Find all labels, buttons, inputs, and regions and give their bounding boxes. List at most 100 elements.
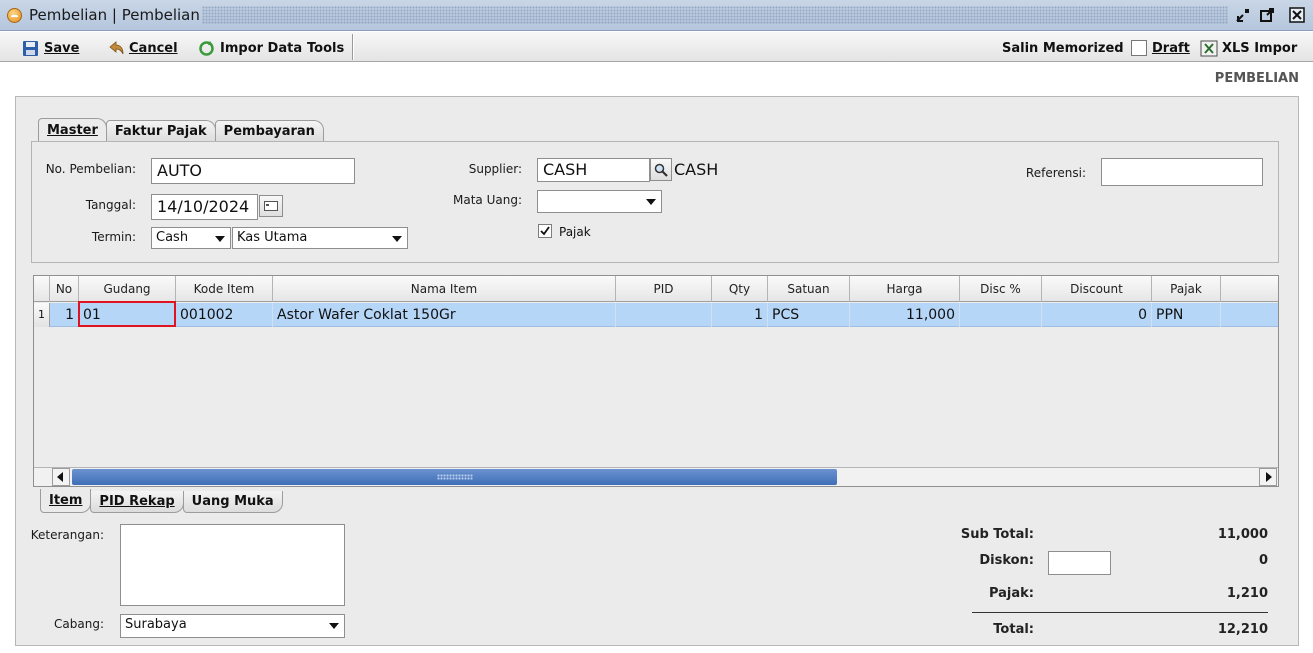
col-pajak[interactable]: Pajak: [1152, 276, 1221, 302]
title-bar-grip[interactable]: [202, 6, 1228, 24]
total-value: 12,210: [1217, 622, 1268, 637]
import-data-label: Impor Data: [220, 40, 303, 56]
pajak-label: Pajak: [559, 225, 591, 239]
cell-disc-pct[interactable]: [960, 303, 1042, 327]
grid-header: No Gudang Kode Item Nama Item PID Qty Sa…: [34, 276, 1278, 302]
cabang-value: Surabaya: [125, 617, 187, 632]
sub-total-value: 11,000: [1217, 527, 1268, 542]
section-label: PEMBELIAN: [1214, 71, 1299, 86]
kas-value: Kas Utama: [237, 230, 308, 245]
tab-faktur-pajak[interactable]: Faktur Pajak: [105, 120, 216, 142]
tab-item[interactable]: Item: [40, 489, 92, 513]
scroll-right-icon[interactable]: [1259, 468, 1277, 486]
close-icon[interactable]: [1287, 5, 1307, 25]
xls-import-button[interactable]: XLS Impor: [1200, 38, 1297, 58]
tanggal-input[interactable]: 14/10/2024: [151, 194, 258, 220]
row-number: 1: [34, 303, 50, 327]
referensi-input[interactable]: [1101, 158, 1263, 186]
table-row[interactable]: 1 1 01 001002 Astor Wafer Coklat 150Gr 1…: [34, 303, 1278, 327]
col-qty[interactable]: Qty: [712, 276, 768, 302]
master-tabs: Master Faktur Pajak Pembayaran: [38, 118, 324, 142]
cell-kode-item[interactable]: 001002: [176, 303, 273, 327]
col-discount[interactable]: Discount: [1042, 276, 1152, 302]
refresh-icon: [198, 40, 215, 57]
cabang-select[interactable]: Surabaya: [120, 614, 345, 638]
detail-tabs: Item PID Rekap Uang Muka: [40, 489, 283, 513]
tools-menu[interactable]: Tools: [307, 38, 344, 58]
supplier-label: Supplier:: [468, 162, 522, 176]
cell-no[interactable]: 1: [50, 303, 79, 327]
salin-memorized-button[interactable]: Salin Memorized: [1002, 38, 1124, 58]
cell-nama-item[interactable]: Astor Wafer Coklat 150Gr: [273, 303, 616, 327]
search-icon[interactable]: [650, 158, 672, 181]
import-data-button[interactable]: Impor Data: [198, 38, 302, 58]
chevron-down-icon: [392, 236, 402, 242]
col-harga[interactable]: Harga: [850, 276, 960, 302]
grip-dots: [436, 474, 473, 480]
toolbar-separator: [352, 34, 354, 60]
save-button[interactable]: Save: [22, 38, 79, 58]
horizontal-scrollbar[interactable]: [34, 467, 1278, 486]
scroll-left-icon[interactable]: [52, 468, 70, 486]
cell-pid[interactable]: [616, 303, 712, 327]
chevron-down-icon: [215, 236, 225, 242]
kas-select[interactable]: Kas Utama: [232, 227, 408, 249]
excel-icon: [1200, 40, 1218, 57]
draft-toggle[interactable]: Draft: [1131, 38, 1190, 58]
floppy-disk-icon: [22, 40, 39, 57]
cell-harga[interactable]: 11,000: [850, 303, 960, 327]
col-kode-item[interactable]: Kode Item: [176, 276, 273, 302]
supplier-input[interactable]: CASH: [537, 158, 650, 182]
col-pid[interactable]: PID: [616, 276, 712, 302]
mata-uang-select[interactable]: [537, 190, 662, 213]
chevron-down-icon: [329, 623, 339, 629]
col-satuan[interactable]: Satuan: [768, 276, 850, 302]
xls-import-label: XLS Impor: [1222, 40, 1298, 56]
diskon-input[interactable]: [1048, 551, 1111, 575]
chevron-down-icon: [646, 199, 656, 205]
cell-gudang[interactable]: 01: [79, 303, 176, 327]
total-divider: [972, 612, 1268, 613]
tab-pembayaran[interactable]: Pembayaran: [214, 120, 324, 142]
cancel-label: Cancel: [129, 40, 178, 56]
no-pembelian-label: No. Pembelian:: [45, 162, 136, 176]
item-grid: No Gudang Kode Item Nama Item PID Qty Sa…: [33, 275, 1279, 487]
cell-satuan[interactable]: PCS: [768, 303, 850, 327]
total-label: Total:: [993, 622, 1034, 637]
minimize-icon[interactable]: [1233, 5, 1253, 25]
draft-label: Draft: [1152, 40, 1190, 56]
tab-uang-muka[interactable]: Uang Muka: [182, 491, 283, 513]
pajak-total-label: Pajak:: [988, 586, 1034, 601]
cancel-button[interactable]: Cancel: [107, 38, 178, 58]
window-title: Pembelian | Pembelian: [29, 6, 200, 24]
draft-checkbox[interactable]: [1131, 40, 1147, 56]
cabang-label: Cabang:: [54, 617, 104, 631]
app-icon: [7, 8, 22, 23]
salin-memorized-label: Salin Memorized: [1002, 40, 1124, 56]
maximize-icon[interactable]: [1257, 5, 1277, 25]
scroll-thumb[interactable]: [72, 469, 837, 485]
col-disc-pct[interactable]: Disc %: [960, 276, 1042, 302]
toolbar: Save Cancel Impor Data Tools Salin Memor…: [0, 32, 1313, 62]
sub-total-label: Sub Total:: [960, 527, 1034, 542]
diskon-value: 0: [1258, 553, 1268, 568]
termin-select[interactable]: Cash: [151, 227, 231, 249]
save-label: Save: [44, 40, 80, 56]
tanggal-label: Tanggal:: [85, 198, 136, 212]
tab-master[interactable]: Master: [38, 118, 107, 142]
pajak-checkbox[interactable]: [538, 224, 552, 238]
tab-pid-rekap[interactable]: PID Rekap: [90, 491, 184, 513]
cell-discount[interactable]: 0: [1042, 303, 1152, 327]
keterangan-textarea[interactable]: [120, 524, 345, 606]
col-no[interactable]: No: [50, 276, 79, 302]
col-nama-item[interactable]: Nama Item: [273, 276, 616, 302]
no-pembelian-input[interactable]: AUTO: [151, 158, 355, 184]
cell-qty[interactable]: 1: [712, 303, 768, 327]
pajak-total-value: 1,210: [1226, 586, 1268, 601]
tools-label: Tools: [307, 40, 345, 56]
cell-pajak[interactable]: PPN: [1152, 303, 1221, 327]
referensi-label: Referensi:: [1025, 166, 1086, 180]
calendar-icon[interactable]: [259, 195, 283, 217]
col-filler: [1221, 276, 1278, 302]
col-gudang[interactable]: Gudang: [79, 276, 176, 302]
